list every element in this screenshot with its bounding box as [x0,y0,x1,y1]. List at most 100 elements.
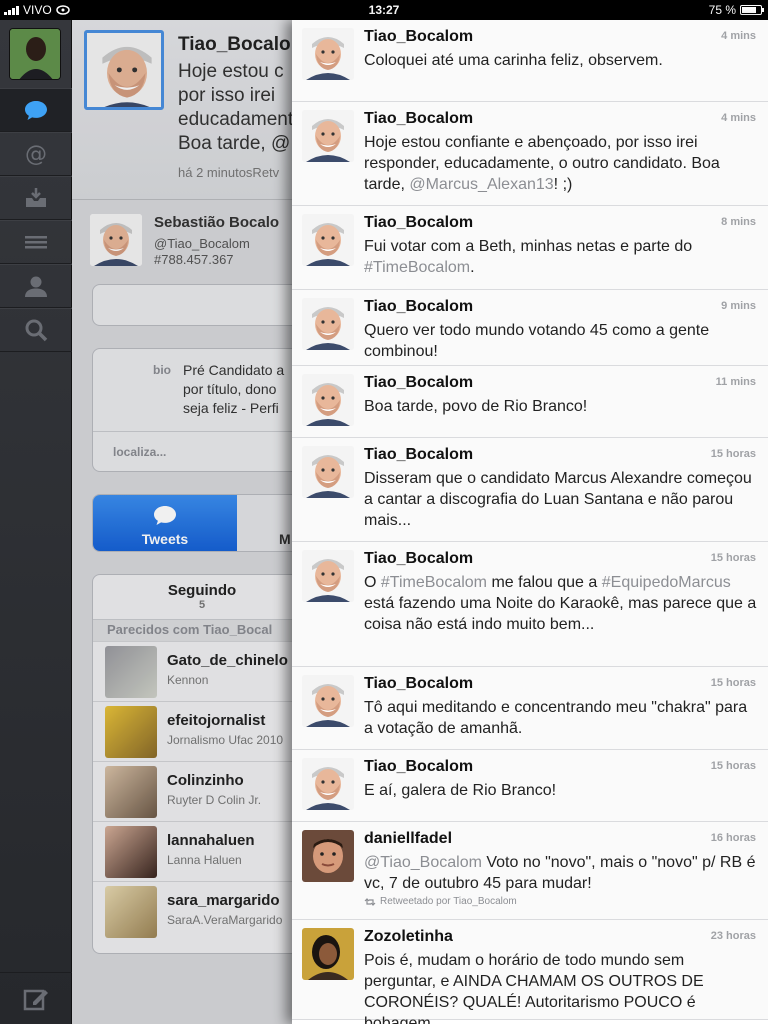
tweet-text: Hoje estou confiante e abençoado, por is… [364,132,760,195]
search-nav[interactable] [0,308,72,352]
tweet-hashtag[interactable]: #EquipedoMarcus [602,574,731,591]
tweet-text-part: Coloquei até uma carinha feliz, observem… [364,52,663,69]
tweet-avatar[interactable] [302,550,354,602]
tweet-text-part: O [364,574,381,591]
tweet[interactable]: Tiao_Bocalom 4 mins Coloquei até uma carin… [292,20,768,102]
tweet-username[interactable]: Tiao_Bocalom [364,214,473,232]
profile-nav[interactable] [0,264,72,308]
tab-other[interactable]: M [279,531,291,547]
similar-user-name: Kennon [167,673,209,687]
tweet-avatar[interactable] [302,374,354,426]
tweet-avatar[interactable] [302,298,354,350]
similar-user-username: Gato_de_chinelo [167,652,288,669]
tweet[interactable]: Tiao_Bocalom 11 mins Boa tarde, povo de Ri… [292,366,768,438]
tweet-text: Quero ver todo mundo votando 45 como a g… [364,320,760,362]
tweet-text-part: ! ;) [553,176,573,193]
similar-user-name: Ruyter D Colin Jr. [167,793,262,807]
tweet-age: 15 horas [710,760,756,772]
tweet[interactable]: Tiao_Bocalom 4 mins Hoje estou confiante e… [292,102,768,206]
similar-user-username: lannahaluen [167,832,255,849]
tweet-text: Disseram que o candidato Marcus Alexandr… [364,468,760,531]
battery-icon [740,5,764,15]
tweet-age: 9 mins [721,300,756,312]
retweet-indicator: Retweetado por Tiao_Bocalom [364,896,517,907]
following-count: 5 [198,599,206,611]
similar-user-username: Colinzinho [167,772,244,789]
sidebar: @ [0,20,72,1024]
tweet-text: Coloquei até uma carinha feliz, observem… [364,50,760,71]
compose-button[interactable] [0,972,72,1024]
tweet[interactable]: daniellfadel 16 horas @Tiao_Bocalom Voto n… [292,822,768,920]
tweet-text: Boa tarde, povo de Rio Branco! [364,396,760,417]
lists-nav[interactable] [0,220,72,264]
retweet-icon [364,897,376,906]
tweet-username[interactable]: Tiao_Bocalom [364,758,473,776]
tweet-text-part: Quero ver todo mundo votando 45 como a g… [364,322,710,360]
tweet-username[interactable]: daniellfadel [364,830,452,848]
profile-id: #788.457.367 [154,252,234,267]
tweet-mention[interactable]: @Marcus_Alexan13 [409,176,553,193]
tweet-age: 23 horas [710,930,756,942]
my-avatar[interactable] [9,28,61,80]
tweet[interactable]: Tiao_Bocalom 9 mins Quero ver todo mundo v… [292,290,768,366]
tweet-age: 4 mins [721,30,756,42]
person-icon [25,276,47,297]
profile-full-name: Sebastião Bocalo [154,214,280,231]
tweet[interactable]: Tiao_Bocalom 15 horas E aí, galera de Rio … [292,750,768,822]
tweet-text-part: Disseram que o candidato Marcus Alexandr… [364,470,752,529]
following-header[interactable]: Seguindo 5 [93,575,311,619]
tweet-text-part: Boa tarde, povo de Rio Branco! [364,398,588,415]
tweet-text: Pois é, mudam o horário de todo mundo se… [364,950,760,1024]
messages-nav[interactable] [0,176,72,220]
tab-tweets-label: Tweets [141,531,189,547]
tweet-avatar[interactable] [302,28,354,80]
tweet-username[interactable]: Tiao_Bocalom [364,675,473,693]
tweet-avatar[interactable] [302,446,354,498]
tweet-mention[interactable]: #TimeBocalom [364,259,470,276]
tweet-mention[interactable]: #TimeBocalom [381,574,487,591]
tweet-text-part: está fazendo uma Noite do Karaokê, mas p… [364,595,757,633]
tweet-text: E aí, galera de Rio Branco! [364,780,760,801]
tweet-username[interactable]: Zozoletinha [364,928,453,946]
tweet-age: 15 horas [710,677,756,689]
bio-label: bio [153,363,171,377]
tweet[interactable]: Tiao_Bocalom 8 mins Fui votar com a Beth, … [292,206,768,290]
tweet-text-part: . [470,259,475,276]
tweet[interactable]: Zozoletinha 23 horas Pois é, mudam o horár… [292,920,768,1024]
tweet[interactable]: Tiao_Bocalom 15 horas Disseram que o candi… [292,438,768,542]
tweet-age: 4 mins [721,112,756,124]
profile-username: Tiao_Bocalo [178,34,291,55]
tweet-username[interactable]: Tiao_Bocalom [364,374,473,392]
tweet-username[interactable]: Tiao_Bocalom [364,110,473,128]
profile-avatar[interactable] [84,30,164,110]
following-label: Seguindo [167,582,237,599]
similar-user-name: Jornalismo Ufac 2010 [167,733,284,747]
tweet-username[interactable]: Tiao_Bocalom [364,550,473,568]
tweet-age: 8 mins [721,216,756,228]
tweet-avatar[interactable] [302,830,354,882]
tweet[interactable]: Tiao_Bocalom 15 horas O #TimeBocalom me fa… [292,542,768,667]
tweet-time-ago: há 2 minutosRetv [178,165,280,180]
tweet-username[interactable]: Tiao_Bocalom [364,298,473,316]
tweet-username[interactable]: Tiao_Bocalom [364,446,473,464]
tweet-mention[interactable]: @Tiao_Bocalom [364,854,482,871]
similar-user-avatar [105,646,157,698]
at-icon: @ [25,142,47,167]
tweet-text: Tô aqui meditando e concentrando meu "ch… [364,697,760,739]
tweet[interactable]: Tiao_Bocalom 15 horas Tô aqui meditando e … [292,667,768,750]
profile-handle: @Tiao_Bocalom [154,236,250,251]
tweet-age: 15 horas [710,552,756,564]
mentions-nav[interactable]: @ [0,132,72,176]
speech-bubble-icon [154,506,176,525]
tweet-username[interactable]: Tiao_Bocalom [364,28,473,46]
tweet-avatar[interactable] [302,758,354,810]
tweet-avatar[interactable] [302,928,354,980]
timeline-nav[interactable] [0,88,72,132]
tweet-text: O #TimeBocalom me falou que a #EquipedoM… [364,572,760,635]
tweet-avatar[interactable] [302,110,354,162]
tab-tweets[interactable]: Tweets [93,495,237,551]
inbox-icon [26,188,46,207]
tweet-avatar[interactable] [302,214,354,266]
profile-card-avatar [90,214,142,266]
tweet-avatar[interactable] [302,675,354,727]
